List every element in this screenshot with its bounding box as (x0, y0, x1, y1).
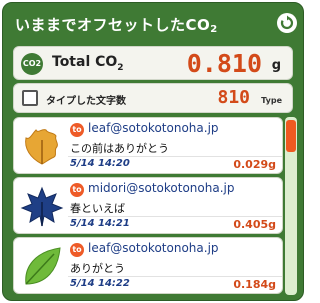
typed-count-value: 810 (217, 87, 250, 108)
message-list[interactable]: to leaf@sotokotonoha.jp この前はありがとう 5/14 1… (13, 117, 283, 295)
recipient-address[interactable]: midori@sotokotonoha.jp (88, 181, 234, 195)
green-leaf-icon (25, 247, 61, 285)
title-bar: いままでオフセットしたCO2 (3, 3, 305, 43)
typed-count-unit: Type (261, 96, 282, 105)
to-badge: to (70, 123, 84, 137)
timestamp: 5/14 14:21 (70, 218, 130, 229)
total-co2-label: Total CO2 (52, 54, 124, 73)
scrollbar-thumb[interactable] (286, 120, 296, 152)
co2-badge-icon: CO2 (21, 53, 43, 75)
total-co2-unit: g (271, 58, 281, 73)
recipient-address[interactable]: leaf@sotokotonoha.jp (88, 121, 219, 135)
divider (68, 156, 282, 157)
refresh-icon (280, 15, 294, 30)
list-item[interactable]: to leaf@sotokotonoha.jp ありがとう 5/14 14:22… (13, 237, 283, 294)
message-text: ありがとう (70, 262, 125, 275)
co2-amount: 0.184g (233, 278, 276, 291)
divider (68, 276, 282, 277)
to-badge: to (70, 243, 84, 257)
message-text: この前はありがとう (70, 142, 169, 155)
typed-count-label: タイプした文字数 (46, 96, 126, 107)
timestamp: 5/14 14:22 (70, 278, 130, 289)
to-badge: to (70, 183, 84, 197)
document-icon (22, 90, 38, 106)
total-co2-panel: CO2 Total CO2 0.810 g (13, 46, 293, 80)
total-co2-value: 0.810 (186, 49, 262, 78)
recipient-address[interactable]: leaf@sotokotonoha.jp (88, 241, 219, 255)
divider (68, 216, 282, 217)
timestamp: 5/14 14:20 (70, 158, 130, 169)
orange-leaf-icon (25, 129, 58, 165)
co2-amount: 0.405g (233, 218, 276, 231)
typed-count-panel: タイプした文字数 810 Type (13, 83, 293, 113)
co2-amount: 0.029g (233, 158, 276, 171)
list-item[interactable]: to midori@sotokotonoha.jp 春といえば 5/14 14:… (13, 177, 283, 234)
blue-leaf-icon (20, 186, 64, 227)
refresh-button[interactable] (277, 13, 297, 33)
list-item[interactable]: to leaf@sotokotonoha.jp この前はありがとう 5/14 1… (13, 117, 283, 174)
co2-widget: いままでオフセットしたCO2 CO2 Total CO2 0.810 g タイプ… (2, 2, 304, 301)
message-text: 春といえば (70, 202, 125, 215)
widget-title: いままでオフセットしたCO2 (15, 16, 218, 35)
scrollbar-track[interactable] (285, 117, 297, 295)
